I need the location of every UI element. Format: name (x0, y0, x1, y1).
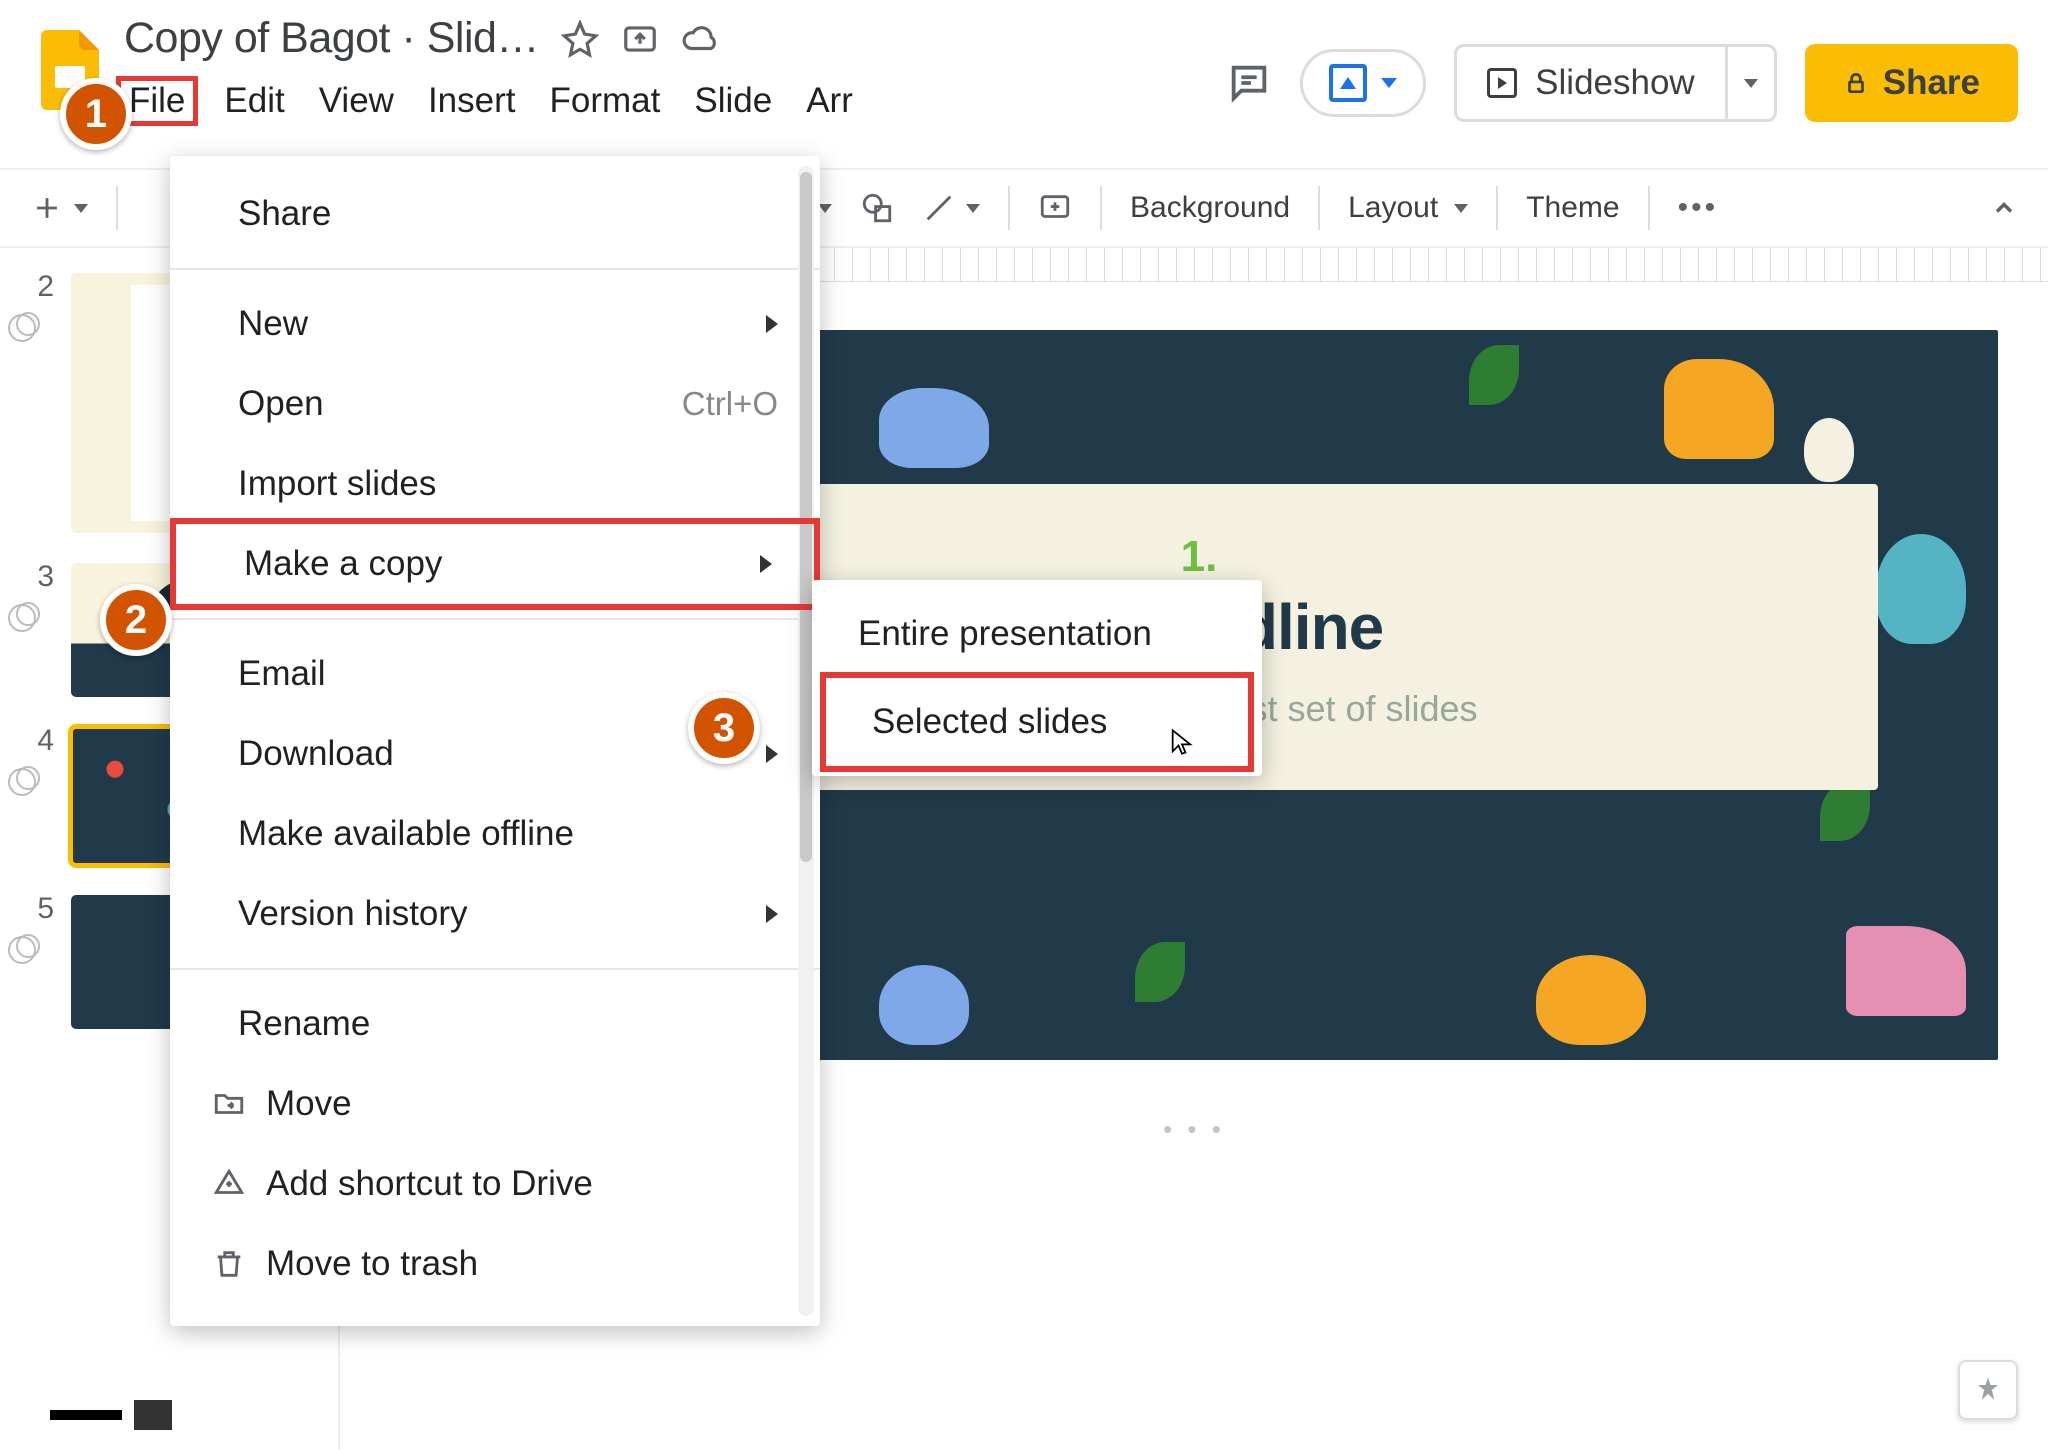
submenu-item-entire-presentation[interactable]: Entire presentation (812, 590, 1262, 678)
annotation-badge-3: 3 (688, 692, 760, 764)
menu-view[interactable]: View (319, 81, 394, 121)
new-slide-button[interactable] (30, 191, 88, 225)
collapse-toolbar-button[interactable] (1990, 194, 2018, 222)
present-dropdown-icon[interactable] (1381, 78, 1397, 88)
share-label: Share (1883, 63, 1980, 103)
menu-slide[interactable]: Slide (694, 81, 772, 121)
star-icon[interactable] (561, 20, 599, 58)
submenu-item-selected-slides[interactable]: Selected slides (820, 672, 1254, 772)
menu-bar: File Edit View Insert Format Slide Arr (124, 81, 1226, 121)
slideshow-dropdown[interactable] (1725, 47, 1774, 119)
theme-button[interactable]: Theme (1526, 191, 1619, 225)
transition-icon (16, 766, 40, 790)
folder-move-icon (212, 1087, 246, 1121)
trash-icon (212, 1247, 246, 1281)
present-button[interactable] (1300, 49, 1426, 117)
insert-shape-button[interactable] (860, 191, 894, 225)
menu-edit[interactable]: Edit (224, 81, 284, 121)
transition-icon (16, 602, 40, 626)
insert-comment-button[interactable] (1038, 191, 1072, 225)
slideshow-button[interactable]: Slideshow (1454, 44, 1777, 122)
shortcut-label: Ctrl+O (682, 385, 778, 423)
submenu-arrow-icon (760, 555, 772, 573)
footer-bar (50, 1400, 172, 1430)
menu-item-import-slides[interactable]: Import slides (170, 444, 820, 524)
menu-arrange[interactable]: Arr (806, 81, 853, 121)
drive-shortcut-icon (212, 1167, 246, 1201)
menu-item-move[interactable]: Move (170, 1064, 820, 1144)
background-button[interactable]: Background (1130, 191, 1290, 225)
play-icon (1487, 68, 1517, 98)
more-tools-button[interactable]: ••• (1678, 191, 1719, 225)
submenu-arrow-icon (766, 905, 778, 923)
share-button[interactable]: Share (1805, 44, 2018, 122)
menu-insert[interactable]: Insert (428, 81, 516, 121)
grid-view-icon[interactable] (134, 1400, 172, 1430)
cursor-icon (1168, 728, 1196, 756)
transition-icon (16, 312, 40, 336)
explore-button[interactable] (1958, 1360, 2018, 1420)
annotation-badge-1: 1 (60, 78, 132, 150)
app-header: Copy of Bagot · Slid… File Edit View Ins… (0, 0, 2048, 168)
document-title[interactable]: Copy of Bagot · Slid… (124, 14, 539, 63)
menu-item-move-to-trash[interactable]: Move to trash (170, 1224, 820, 1304)
slideshow-label: Slideshow (1535, 63, 1695, 103)
menu-format[interactable]: Format (550, 81, 661, 121)
menu-item-rename[interactable]: Rename (170, 984, 820, 1064)
submenu-arrow-icon (766, 315, 778, 333)
transition-icon (16, 934, 40, 958)
menu-item-open[interactable]: OpenCtrl+O (170, 364, 820, 444)
insert-line-button[interactable] (922, 191, 980, 225)
menu-item-add-shortcut[interactable]: Add shortcut to Drive (170, 1144, 820, 1224)
menu-item-make-a-copy[interactable]: Make a copy (170, 518, 820, 610)
menu-item-share[interactable]: Share (170, 174, 820, 254)
comments-icon[interactable] (1226, 60, 1272, 106)
layout-button[interactable]: Layout (1348, 191, 1468, 225)
lock-icon (1843, 70, 1869, 96)
submenu-arrow-icon (766, 745, 778, 763)
move-to-drive-icon[interactable] (621, 20, 659, 58)
menu-item-version-history[interactable]: Version history (170, 874, 820, 954)
make-a-copy-submenu: Entire presentation Selected slides (812, 580, 1262, 776)
menu-item-new[interactable]: New (170, 284, 820, 364)
cloud-status-icon[interactable] (681, 20, 719, 58)
annotation-badge-2: 2 (100, 584, 172, 656)
menu-item-make-available-offline[interactable]: Make available offline (170, 794, 820, 874)
